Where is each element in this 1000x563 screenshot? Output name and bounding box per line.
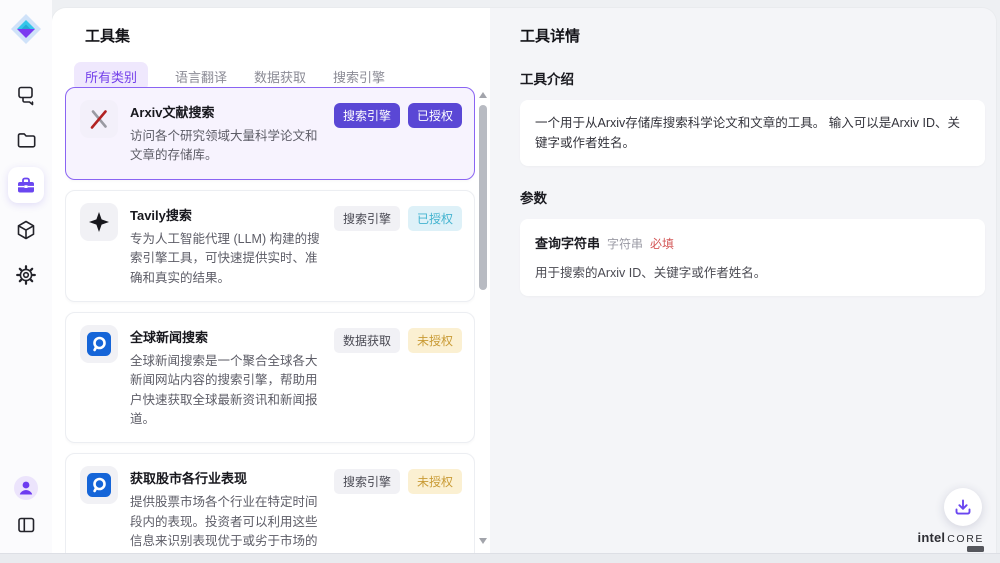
toolbox-icon: [15, 174, 37, 196]
param-card: 查询字符串字符串必填 用于搜索的Arxiv ID、关键字或作者姓名。: [520, 219, 985, 296]
toggle-panel-button[interactable]: [12, 511, 40, 539]
tool-card[interactable]: Arxiv文献搜索 访问各个研究领域大量科学论文和文章的存储库。 搜索引擎 已授…: [65, 87, 475, 180]
ultra-badge: [967, 546, 984, 552]
category-tab[interactable]: 语言翻译: [175, 67, 227, 86]
user-avatar[interactable]: [12, 474, 40, 502]
app-logo: [8, 11, 44, 47]
sidebar-item-files[interactable]: [8, 122, 44, 158]
tool-icon: [80, 466, 118, 504]
tool-icon: [80, 100, 118, 138]
download-icon: [954, 498, 972, 516]
param-description: 用于搜索的Arxiv ID、关键字或作者姓名。: [535, 262, 970, 281]
scrollbar-thumb[interactable]: [479, 105, 487, 290]
tool-title: 获取股市各行业表现: [130, 468, 322, 487]
sidebar-item-models[interactable]: [8, 212, 44, 248]
panel-icon: [15, 514, 37, 536]
tool-title: Arxiv文献搜索: [130, 102, 322, 121]
folder-icon: [15, 129, 37, 151]
tool-card[interactable]: 全球新闻搜索 全球新闻搜索是一个聚合全球各大新闻网站内容的搜索引擎，帮助用户快速…: [65, 312, 475, 444]
diamond-logo-icon: [9, 12, 43, 46]
tool-details-panel: 工具详情 工具介绍 一个用于从Arxiv存储库搜索科学论文和文章的工具。 输入可…: [490, 8, 996, 553]
intro-card: 一个用于从Arxiv存储库搜索科学论文和文章的工具。 输入可以是Arxiv ID…: [520, 100, 985, 166]
param-required-badge: 必填: [650, 237, 674, 251]
tool-list: Arxiv文献搜索 访问各个研究领域大量科学论文和文章的存储库。 搜索引擎 已授…: [65, 87, 475, 553]
tool-description: 访问各个研究领域大量科学论文和文章的存储库。: [130, 127, 322, 166]
cube-icon: [15, 219, 37, 241]
tool-auth-badge: 已授权: [408, 103, 462, 128]
tool-auth-badge: 已授权: [408, 206, 462, 231]
tool-icon: [80, 203, 118, 241]
param-type: 字符串: [607, 237, 643, 251]
list-scrollbar[interactable]: [478, 92, 487, 544]
sidebar-item-tools[interactable]: [8, 167, 44, 203]
tool-category-badge: 搜索引擎: [334, 103, 400, 128]
toolset-title: 工具集: [85, 25, 470, 46]
tool-description: 提供股票市场各个行业在特定时间段内的表现。投资者可以利用这些信息来识别表现优于或…: [130, 493, 322, 553]
bottom-strip: [0, 553, 1000, 563]
tool-icon: [80, 325, 118, 363]
gear-icon: [15, 264, 37, 286]
intel-text: intel: [918, 531, 946, 544]
download-button[interactable]: [944, 488, 982, 526]
intel-core-logo: intel CORE: [918, 531, 984, 553]
tool-description: 专为人工智能代理 (LLM) 构建的搜索引擎工具，可快速提供实时、准确和真实的结…: [130, 230, 322, 288]
main-window: 工具集 所有类别语言翻译数据获取搜索引擎 Arxiv文献搜索 访问各个研究领域大…: [52, 8, 996, 553]
user-avatar-icon: [13, 475, 39, 501]
sidebar-item-settings[interactable]: [8, 257, 44, 293]
app-sidebar: [0, 0, 52, 553]
category-tab[interactable]: 数据获取: [254, 67, 306, 86]
tool-title: 全球新闻搜索: [130, 327, 322, 346]
sidebar-item-chat[interactable]: [8, 77, 44, 113]
params-heading: 参数: [520, 187, 985, 207]
tool-card[interactable]: Tavily搜索 专为人工智能代理 (LLM) 构建的搜索引擎工具，可快速提供实…: [65, 190, 475, 302]
tool-card[interactable]: 获取股市各行业表现 提供股票市场各个行业在特定时间段内的表现。投资者可以利用这些…: [65, 453, 475, 553]
scroll-down-arrow-icon[interactable]: [479, 538, 487, 544]
tool-auth-badge: 未授权: [408, 328, 462, 353]
chat-icon: [15, 84, 37, 106]
tool-details-title: 工具详情: [520, 25, 985, 46]
scroll-up-arrow-icon[interactable]: [479, 92, 487, 98]
tool-auth-badge: 未授权: [408, 469, 462, 494]
tool-title: Tavily搜索: [130, 205, 322, 224]
tool-description: 全球新闻搜索是一个聚合全球各大新闻网站内容的搜索引擎，帮助用户快速获取全球最新资…: [130, 352, 322, 430]
tool-category-badge: 数据获取: [334, 328, 400, 353]
tool-category-badge: 搜索引擎: [334, 469, 400, 494]
category-tab[interactable]: 搜索引擎: [333, 67, 385, 86]
param-name: 查询字符串: [535, 236, 600, 251]
toolset-panel: 工具集 所有类别语言翻译数据获取搜索引擎 Arxiv文献搜索 访问各个研究领域大…: [52, 8, 490, 553]
core-text: CORE: [947, 534, 984, 545]
intro-heading: 工具介绍: [520, 68, 985, 88]
tool-category-badge: 搜索引擎: [334, 206, 400, 231]
